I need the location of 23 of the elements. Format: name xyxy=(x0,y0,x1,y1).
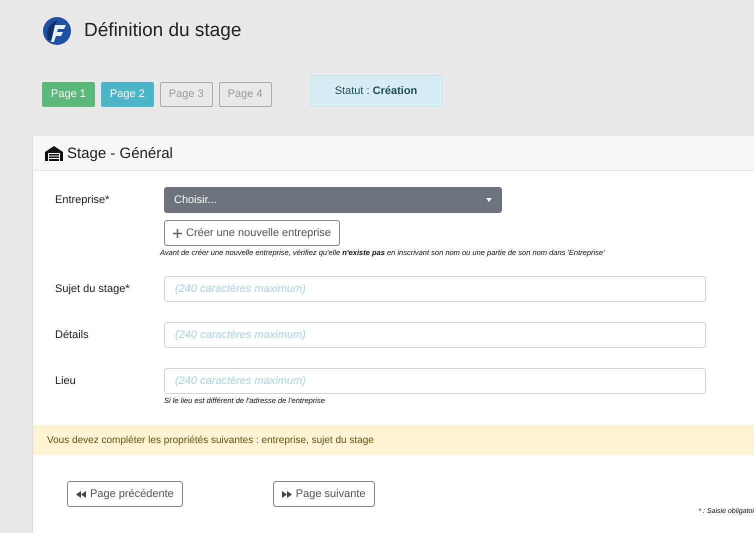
text-field[interactable]: (240 caractères maximum) xyxy=(164,322,706,348)
caret-icon xyxy=(486,198,492,202)
warning-alert: Vous devez compléter les propriétés suivantes : entreprise, sujet du stage xyxy=(33,425,754,455)
previous-page-button[interactable]: Page précédente xyxy=(67,481,183,507)
field-label: Sujet du stage* xyxy=(55,282,131,297)
logo-icon xyxy=(42,16,72,46)
garage-icon xyxy=(45,146,63,160)
plus-icon xyxy=(173,228,182,238)
next-page-button[interactable]: Page suivante xyxy=(272,481,375,507)
status-badge: Statut : Création xyxy=(310,75,442,107)
fast-forward-icon xyxy=(282,490,292,498)
page-title: Définition du stage xyxy=(84,20,242,42)
text-field[interactable]: (240 caractères maximum) xyxy=(164,368,706,394)
field-label: Entreprise* xyxy=(55,193,110,208)
page-tab[interactable]: Page 2 xyxy=(100,82,154,106)
field-label: Lieu xyxy=(55,374,77,389)
text-field[interactable]: (240 caractères maximum) xyxy=(164,276,706,302)
company-select[interactable]: Choisir... xyxy=(164,187,502,213)
field-label: Détails xyxy=(55,328,90,343)
panel-title: Stage - Général xyxy=(67,144,173,162)
page-tab[interactable]: Page 1 xyxy=(42,82,95,106)
create-company-button[interactable]: Créer une nouvelle entreprise xyxy=(164,220,340,246)
rewind-icon xyxy=(76,490,86,498)
